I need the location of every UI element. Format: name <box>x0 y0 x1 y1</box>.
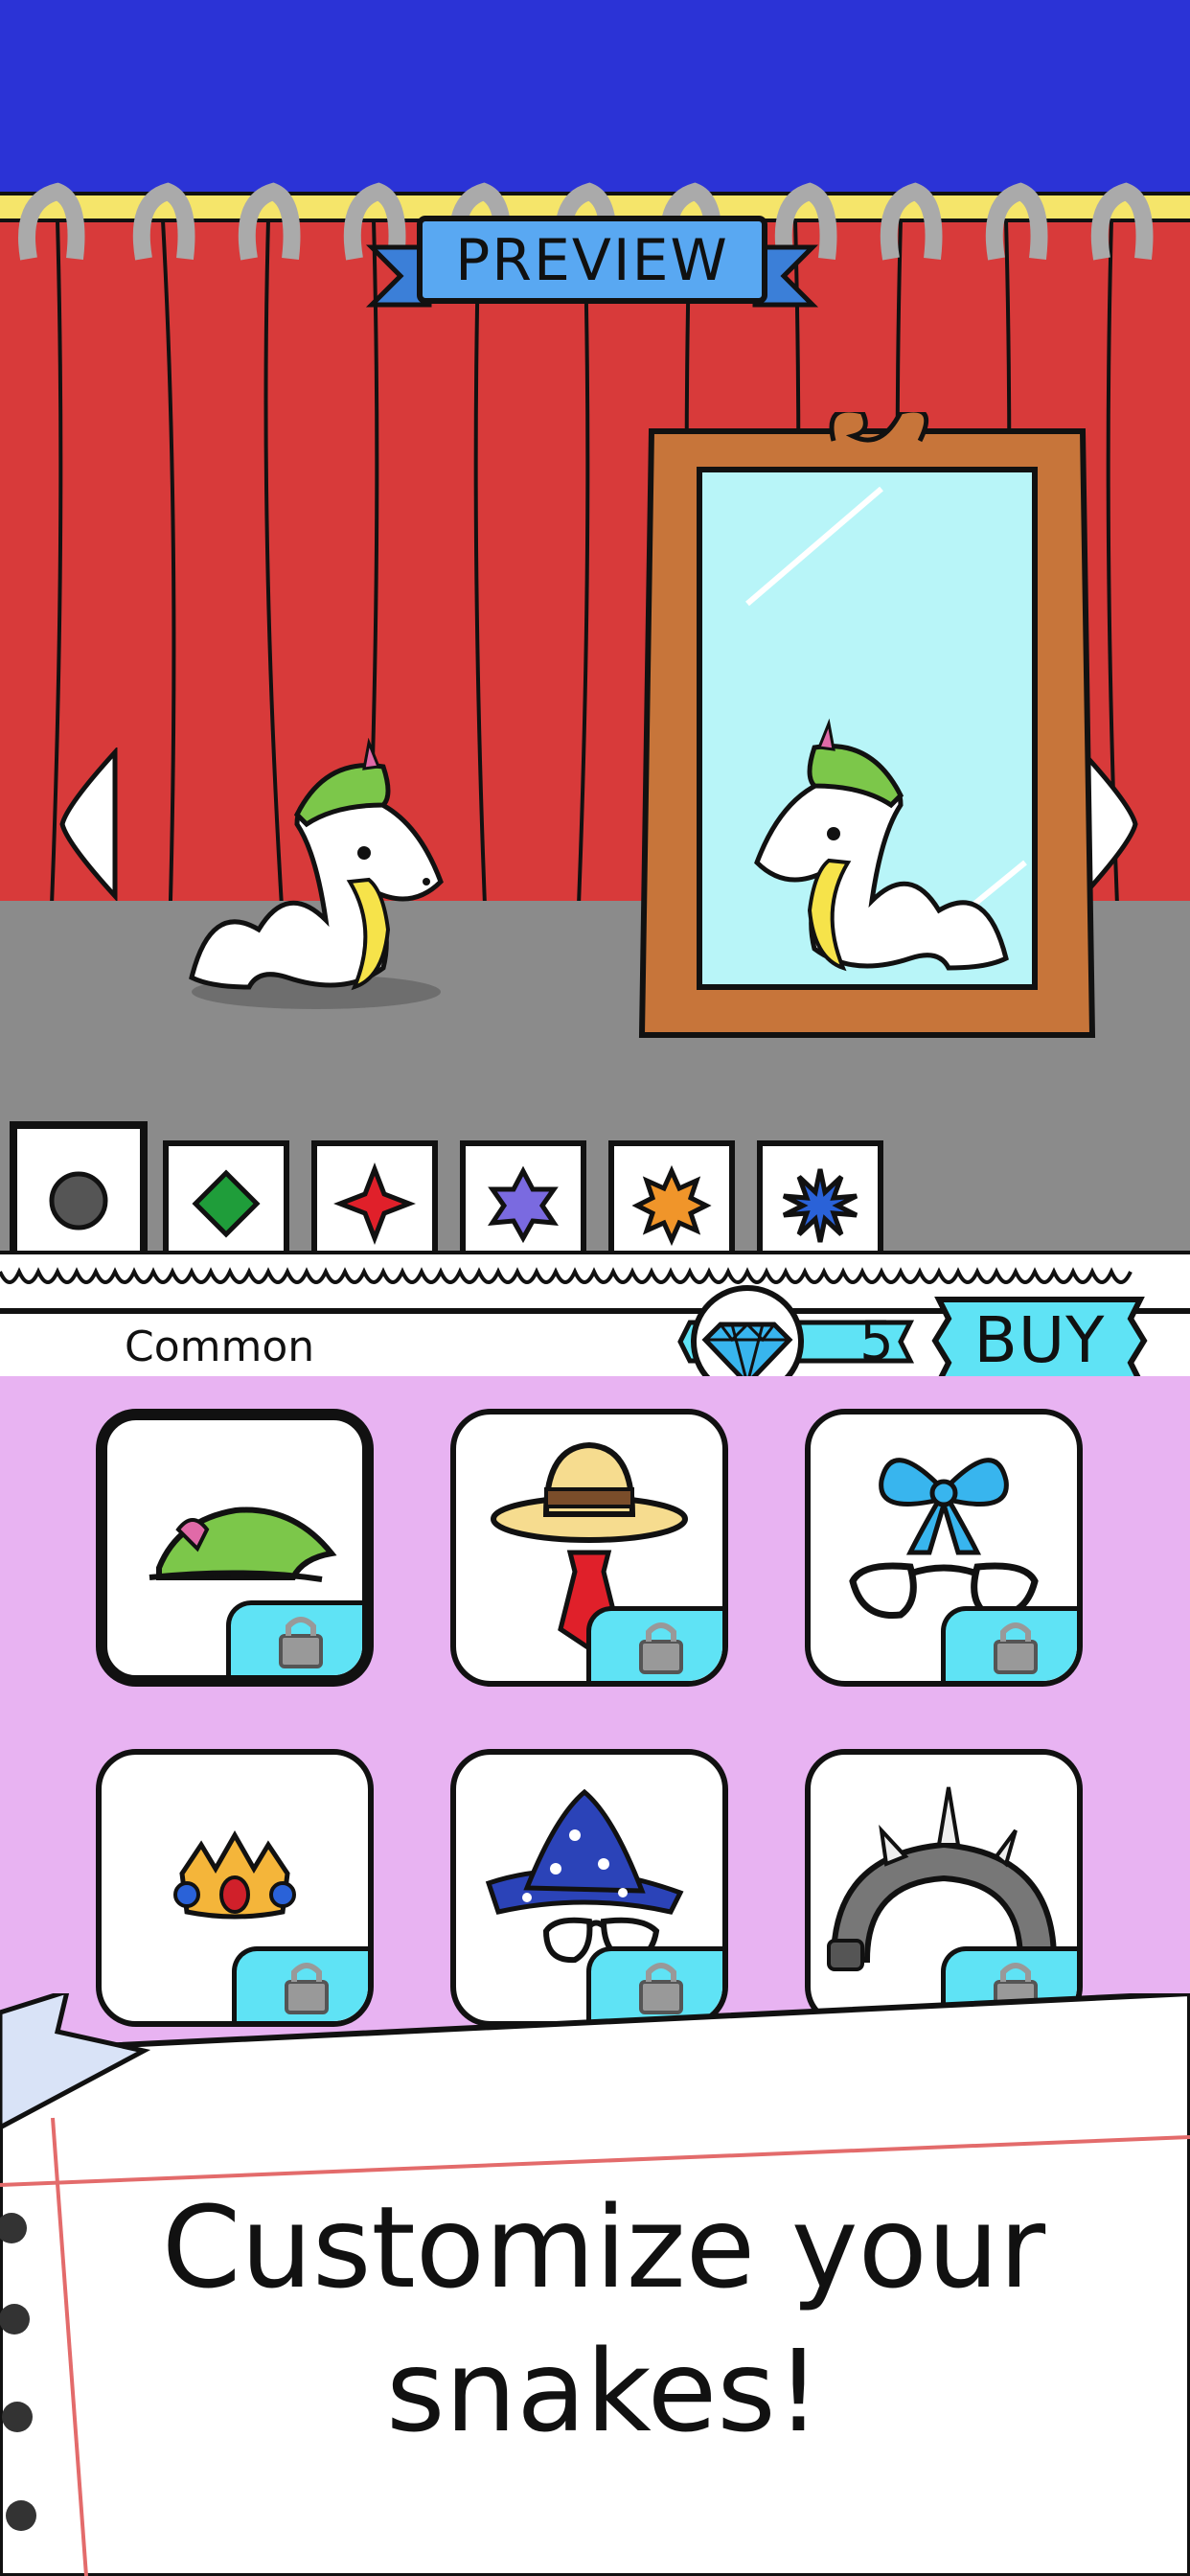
lock-badge <box>941 1606 1077 1681</box>
buy-label: BUY <box>973 1303 1106 1377</box>
rarity-label: Common <box>125 1322 315 1371</box>
buy-button[interactable]: BUY <box>929 1294 1150 1388</box>
headline-line-1: Customize your <box>161 2181 1046 2313</box>
lock-badge <box>586 1606 722 1681</box>
item-straw-hat-and-tie[interactable] <box>450 1409 728 1687</box>
preview-title: PREVIEW <box>455 227 729 294</box>
rarity-tab-star8[interactable] <box>608 1140 735 1261</box>
item-green-feather-hat[interactable] <box>96 1409 374 1687</box>
promo-headline: Customize your snakes! <box>125 2175 1083 2463</box>
rarity-tab-star6[interactable] <box>460 1140 586 1261</box>
item-small-crown[interactable] <box>96 1749 374 2027</box>
headline-line-2: snakes! <box>385 2325 822 2457</box>
rarity-tab-circle[interactable] <box>10 1121 148 1268</box>
item-wizard-hat-and-glasses[interactable] <box>450 1749 728 2027</box>
item-spiked-headband[interactable] <box>805 1749 1083 2027</box>
lock-badge <box>226 1600 362 1675</box>
mirror <box>638 412 1096 1038</box>
snake-preview <box>189 738 444 1009</box>
previous-arrow-button[interactable] <box>57 748 125 901</box>
preview-banner: PREVIEW <box>362 209 822 316</box>
rarity-tab-star4[interactable] <box>311 1140 438 1261</box>
item-blue-bow-and-glasses[interactable] <box>805 1409 1083 1687</box>
price-value: 5 <box>859 1310 894 1372</box>
rarity-tab-diamond[interactable] <box>163 1140 289 1261</box>
rarity-tab-star12[interactable] <box>757 1140 883 1261</box>
